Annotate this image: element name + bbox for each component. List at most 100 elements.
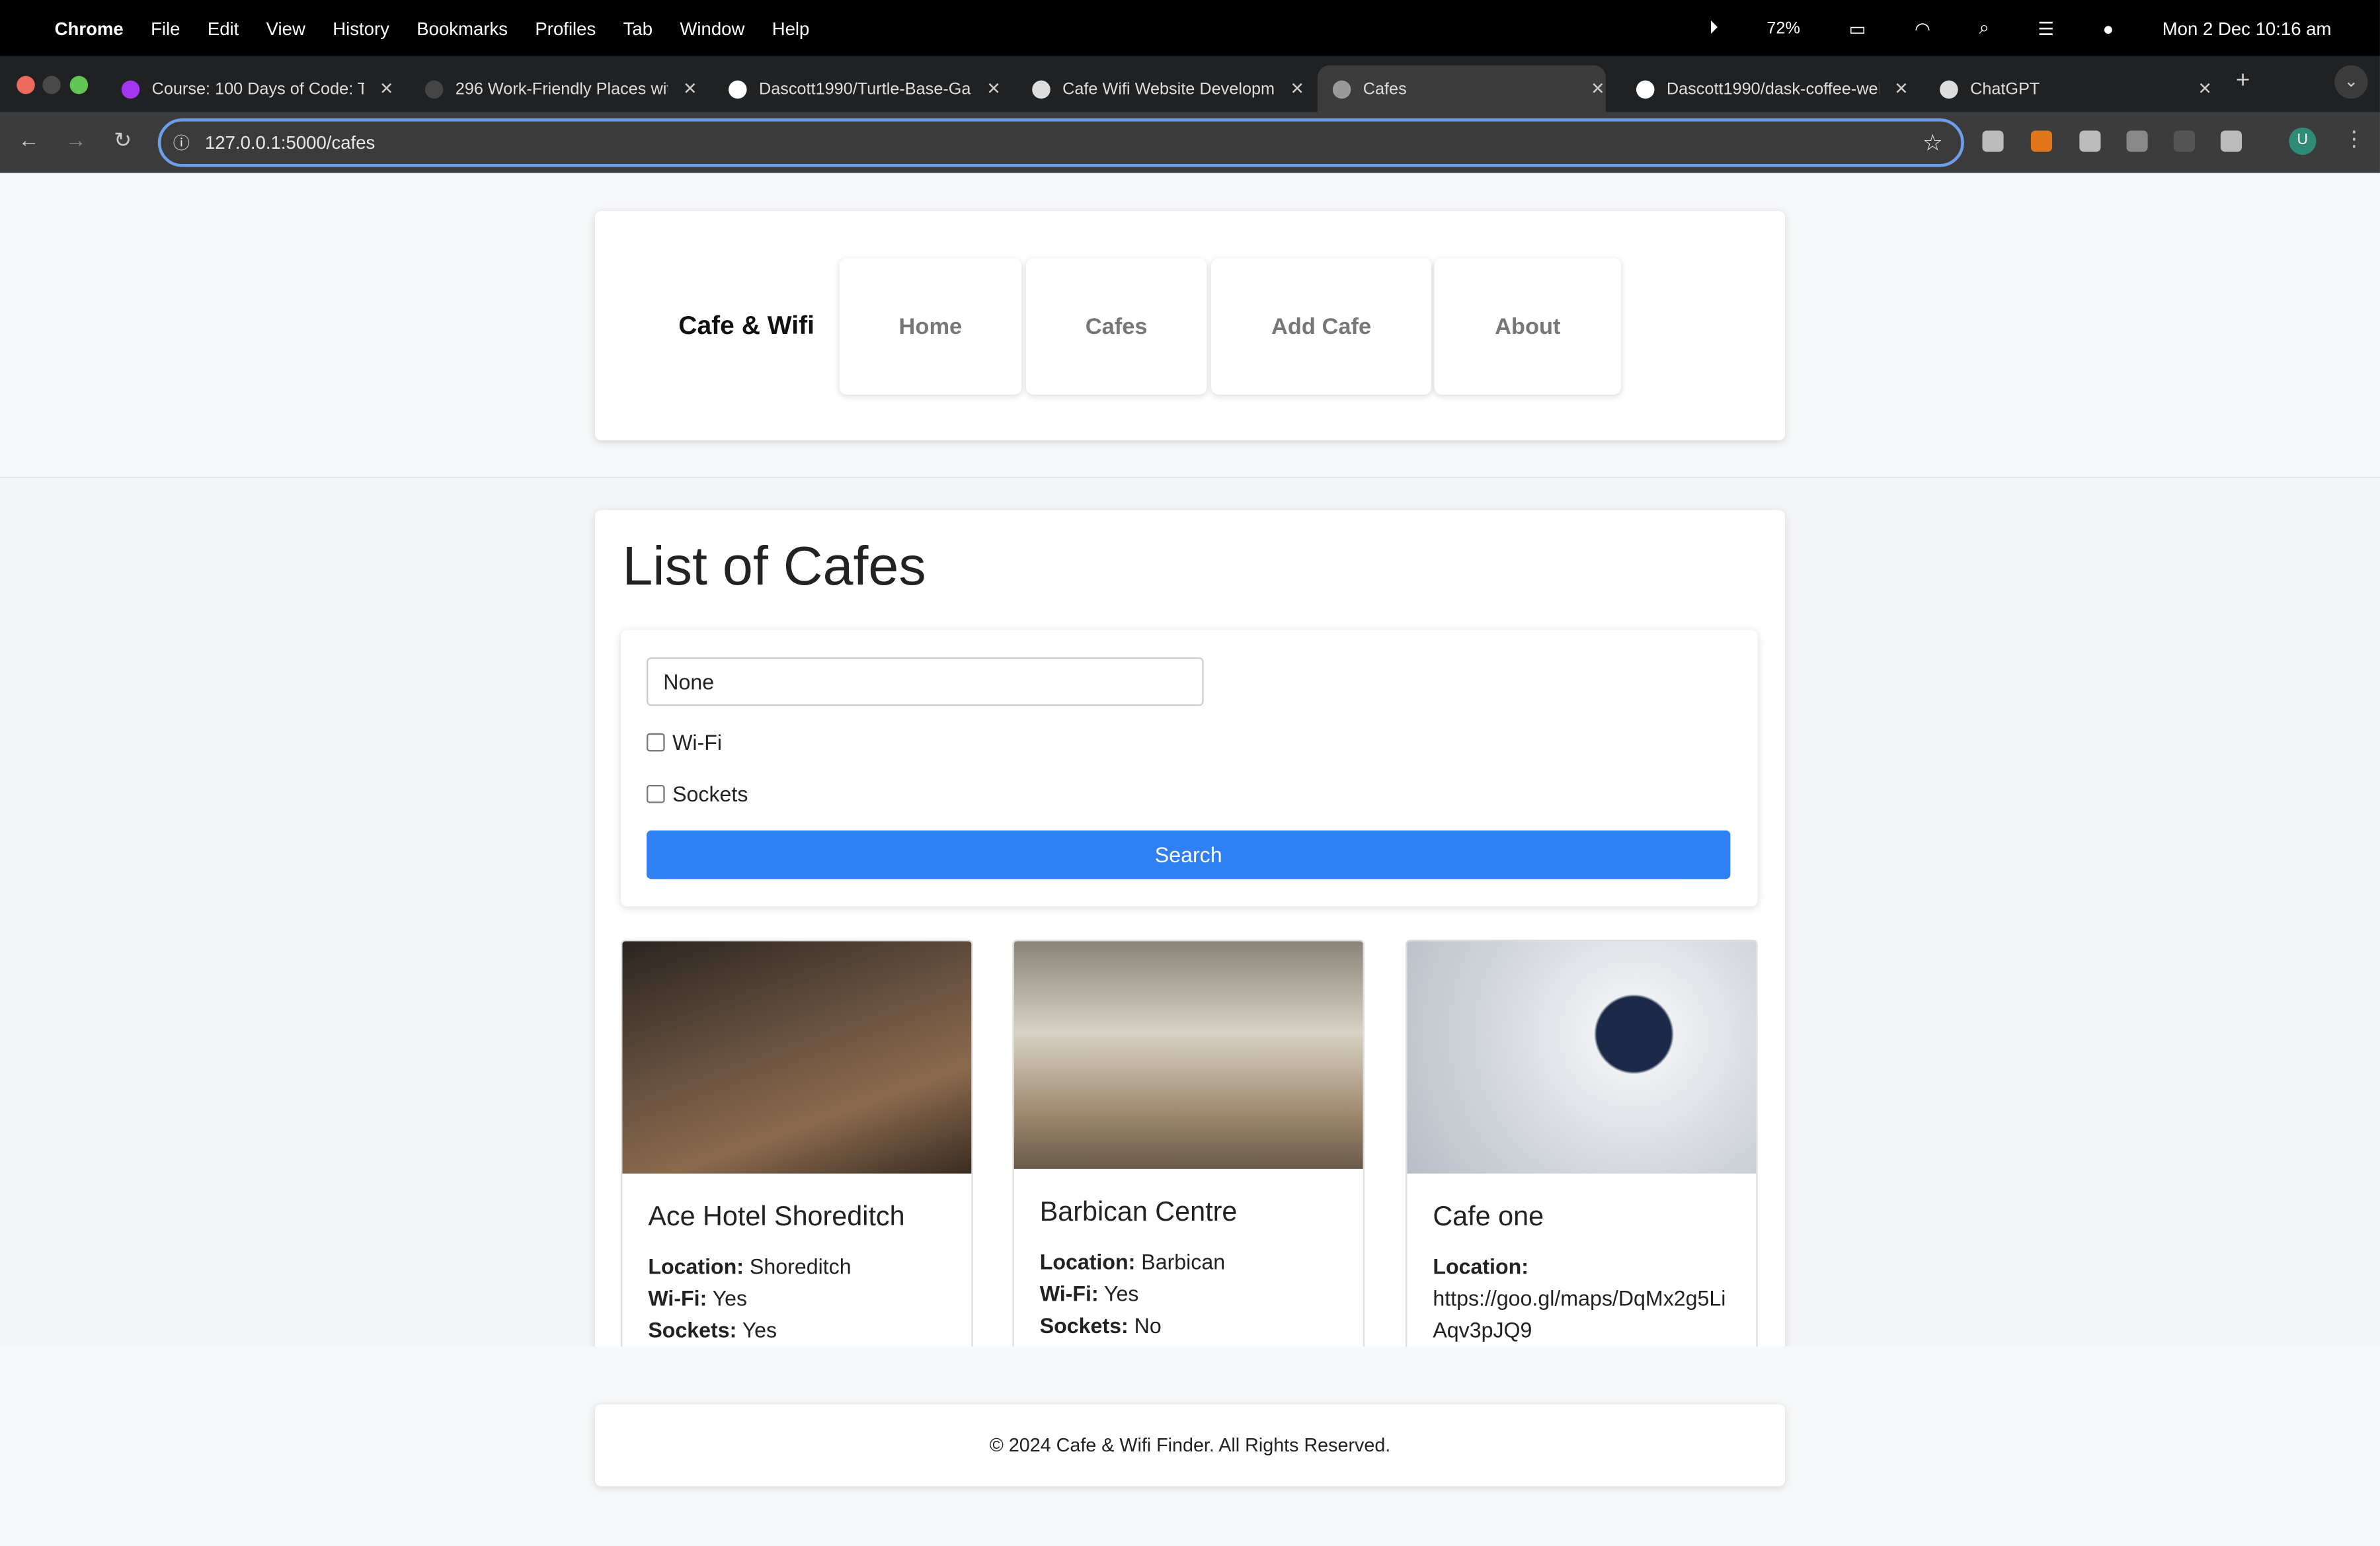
copyright-text: © 2024 Cafe & Wifi Finder. All Rights Re… xyxy=(989,1434,1391,1456)
cafe-name: Barbican Centre xyxy=(1039,1196,1238,1227)
browser-tab[interactable]: Course: 100 Days of Code: The ✕ xyxy=(106,65,395,112)
extension-icon[interactable] xyxy=(2126,130,2148,152)
reload-button[interactable]: ↻ xyxy=(114,128,132,153)
siri-icon[interactable]: ● xyxy=(2103,17,2114,38)
battery-icon[interactable]: ▭ xyxy=(1848,17,1866,38)
brand-logo[interactable]: Cafe & Wifi xyxy=(678,311,814,342)
browser-tab[interactable]: 296 Work-Friendly Places with ✕ xyxy=(410,65,698,112)
checkbox-icon[interactable] xyxy=(647,733,665,752)
location-input[interactable]: None xyxy=(647,657,1204,706)
udemy-icon xyxy=(121,79,140,99)
menu-history[interactable]: History xyxy=(333,17,389,38)
web-page: Cafe & Wifi Home Cafes Add Cafe About Li… xyxy=(0,173,2380,1546)
menu-tab[interactable]: Tab xyxy=(623,17,653,38)
play-icon[interactable]: ⏵ xyxy=(1709,17,1718,39)
cafe-name: Cafe one xyxy=(1433,1201,1544,1231)
detail-value: Barbican xyxy=(1141,1249,1226,1274)
profile-avatar[interactable]: U xyxy=(2289,127,2317,155)
wifi-checkbox[interactable]: Wi-Fi xyxy=(647,730,722,754)
cafe-list-section: List of Cafes None Wi-Fi Sockets Search … xyxy=(594,510,1785,1361)
close-tab-icon[interactable]: ✕ xyxy=(683,79,697,99)
wifi-icon xyxy=(424,79,444,99)
detail-value: Shoreditch xyxy=(749,1254,852,1279)
close-window-button[interactable] xyxy=(17,75,35,95)
react-devtools-icon[interactable] xyxy=(2173,130,2195,152)
chatgpt-icon xyxy=(1032,79,1051,99)
datetime[interactable]: Mon 2 Dec 10:16 am xyxy=(2162,17,2332,38)
close-tab-icon[interactable]: ✕ xyxy=(986,79,1000,99)
site-header: Cafe & Wifi Home Cafes Add Cafe About xyxy=(0,173,2380,479)
search-icon[interactable]: ⌕ xyxy=(1979,17,1989,39)
extension-icon[interactable] xyxy=(2079,130,2101,152)
chatgpt-icon xyxy=(1940,79,1958,99)
wifi-icon[interactable]: ◠ xyxy=(1915,17,1930,38)
macos-menubar: Chrome File Edit View History Bookmarks … xyxy=(0,0,2380,56)
detail-label: Sockets: xyxy=(648,1317,737,1342)
detail-label: Sockets: xyxy=(1039,1313,1129,1338)
battery-percent: 72% xyxy=(1766,19,1800,38)
menu-edit[interactable]: Edit xyxy=(208,17,239,38)
menu-file[interactable]: File xyxy=(151,17,180,38)
menu-view[interactable]: View xyxy=(266,17,305,38)
close-tab-icon[interactable]: ✕ xyxy=(1290,79,1304,99)
cafe-card: Ace Hotel Shoreditch Location: Shoreditch… xyxy=(621,940,973,1361)
metamask-icon[interactable] xyxy=(2030,130,2053,152)
address-bar[interactable]: ⓘ 127.0.0.1:5000/cafes ☆ xyxy=(157,118,1964,167)
menu-app[interactable]: Chrome xyxy=(55,17,124,38)
menu-window[interactable]: Window xyxy=(680,17,744,38)
detail-label: Location: xyxy=(1433,1254,1528,1279)
control-center-icon[interactable]: ☰ xyxy=(2038,17,2054,38)
search-form: None Wi-Fi Sockets Search xyxy=(621,630,1758,907)
footer: © 2024 Cafe & Wifi Finder. All Rights Re… xyxy=(594,1404,1785,1486)
cafe-detail: Wi-Fi: Yes xyxy=(648,1283,945,1315)
github-icon xyxy=(1636,79,1655,99)
browser-tab[interactable]: Cafe Wifi Website Development ✕ xyxy=(1017,65,1305,112)
cafe-detail: Wi-Fi: Yes xyxy=(1040,1278,1337,1310)
menu-profiles[interactable]: Profiles xyxy=(535,17,596,38)
detail-label: Location: xyxy=(1039,1249,1136,1274)
forward-button[interactable]: → xyxy=(65,128,87,152)
tab-title: Cafes xyxy=(1363,79,1407,99)
nav-about[interactable]: About xyxy=(1434,258,1622,395)
nav-home[interactable]: Home xyxy=(839,258,1022,395)
browser-tab[interactable]: Cafes ✕ xyxy=(1317,65,1606,112)
close-tab-icon[interactable]: ✕ xyxy=(1591,79,1605,99)
tab-search-button[interactable]: ⌄ xyxy=(2334,65,2368,99)
cafe-detail: Sockets: Yes xyxy=(648,1315,945,1346)
maximize-window-button[interactable] xyxy=(69,75,89,95)
nav-cafes[interactable]: Cafes xyxy=(1026,258,1207,395)
chrome-menu-icon[interactable]: ⋮ xyxy=(2344,126,2365,152)
back-button[interactable]: ← xyxy=(19,128,40,152)
cafe-location-url[interactable]: https://goo.gl/maps/DqMx2g5LiAqv3pJQ9 xyxy=(1433,1283,1730,1346)
extensions-puzzle-icon[interactable] xyxy=(2220,130,2242,152)
close-tab-icon[interactable]: ✕ xyxy=(2198,79,2211,99)
sockets-checkbox[interactable]: Sockets xyxy=(647,782,748,806)
menu-bookmarks[interactable]: Bookmarks xyxy=(416,17,508,38)
bookmark-star-icon[interactable]: ☆ xyxy=(1923,129,1943,156)
checkbox-icon[interactable] xyxy=(647,784,665,803)
tab-title: 296 Work-Friendly Places with xyxy=(455,79,668,99)
browser-tab[interactable]: Dascott1990/dask-coffee-web ✕ xyxy=(1621,65,1909,112)
detail-value: Yes xyxy=(742,1317,777,1342)
minimize-window-button[interactable] xyxy=(42,75,61,95)
cafe-image xyxy=(1013,941,1363,1169)
tab-title: Dascott1990/Turtle-Base-Game xyxy=(758,79,972,99)
tab-strip: Course: 100 Days of Code: The ✕ 296 Work-F… xyxy=(0,56,2380,112)
cafe-image xyxy=(1407,941,1757,1174)
cafe-card: Barbican Centre Location: Barbican Wi-Fi: … xyxy=(1012,940,1365,1361)
detail-label: Wi-Fi: xyxy=(1039,1281,1099,1306)
browser-tab[interactable]: ChatGPT ✕ xyxy=(1924,65,2213,112)
url-text[interactable]: 127.0.0.1:5000/cafes xyxy=(205,132,375,153)
browser-tab[interactable]: Dascott1990/Turtle-Base-Game ✕ xyxy=(713,65,1002,112)
search-button[interactable]: Search xyxy=(647,830,1731,879)
close-tab-icon[interactable]: ✕ xyxy=(1894,79,1908,99)
site-info-icon[interactable]: ⓘ xyxy=(173,130,190,155)
reader-extension-icon[interactable] xyxy=(1982,130,2004,152)
browser-toolbar: ← → ↻ ⓘ 127.0.0.1:5000/cafes ☆ U ⋮ xyxy=(0,112,2380,173)
new-tab-button[interactable]: + xyxy=(2236,68,2250,95)
close-tab-icon[interactable]: ✕ xyxy=(379,79,393,99)
nav-add-cafe[interactable]: Add Cafe xyxy=(1211,258,1432,395)
menu-help[interactable]: Help xyxy=(772,17,810,38)
cafe-detail: Sockets: No xyxy=(1040,1310,1337,1342)
globe-icon xyxy=(1332,79,1351,99)
